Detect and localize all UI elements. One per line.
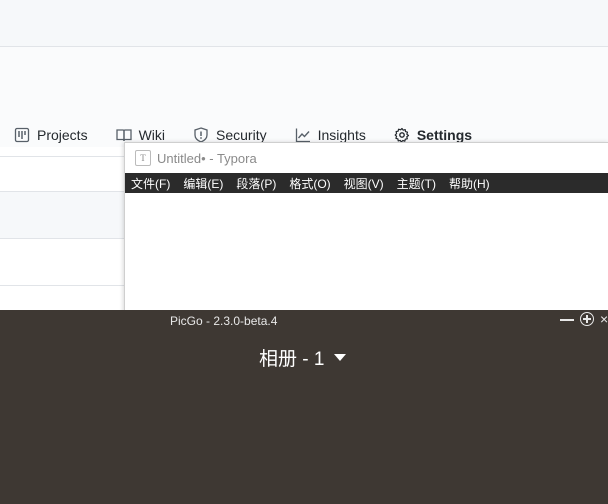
menu-theme[interactable]: 主题(T) (397, 175, 436, 192)
picgo-window-title: PicGo - 2.3.0-beta.4 (170, 314, 278, 328)
minimize-icon[interactable] (560, 319, 574, 321)
menu-edit[interactable]: 编辑(E) (183, 175, 223, 192)
menu-file[interactable]: 文件(F) (131, 175, 170, 192)
typora-logo-icon: T (135, 150, 151, 166)
typora-menu-bar: 文件(F) 编辑(E) 段落(P) 格式(O) 视图(V) 主题(T) 帮助(H… (125, 173, 608, 193)
graph-icon (295, 127, 311, 143)
project-icon (14, 127, 30, 143)
shield-icon (193, 127, 209, 143)
album-selector[interactable]: 相册 - 1 (259, 344, 347, 371)
typora-title-bar[interactable]: T Untitled• - Typora (125, 143, 608, 173)
picgo-window: PicGo - 2.3.0-beta.4 × 相册 - 1 (0, 310, 608, 504)
typora-window: T Untitled• - Typora 文件(F) 编辑(E) 段落(P) 格… (124, 142, 608, 313)
menu-paragraph[interactable]: 段落(P) (236, 175, 276, 192)
menu-format[interactable]: 格式(O) (289, 175, 330, 192)
tab-projects[interactable]: Projects (0, 118, 102, 152)
tab-security-label: Security (216, 127, 267, 143)
book-icon (115, 127, 132, 143)
tab-projects-label: Projects (37, 127, 88, 143)
tab-insights-label: Insights (317, 127, 366, 143)
menu-view[interactable]: 视图(V) (344, 175, 384, 192)
album-label: 相册 - 1 (259, 349, 325, 370)
menu-help[interactable]: 帮助(H) (449, 175, 490, 192)
typora-window-title: Untitled• - Typora (157, 150, 257, 166)
close-icon[interactable]: × (600, 312, 608, 326)
gear-icon (394, 127, 410, 143)
plus-circle-icon[interactable] (580, 312, 594, 326)
picgo-window-controls: × (560, 312, 608, 326)
caret-down-icon (334, 354, 347, 361)
tab-wiki-label: Wiki (138, 127, 166, 143)
tab-settings-label: Settings (416, 127, 473, 143)
typora-editor-area[interactable] (125, 193, 608, 313)
github-header-bar (0, 0, 608, 47)
